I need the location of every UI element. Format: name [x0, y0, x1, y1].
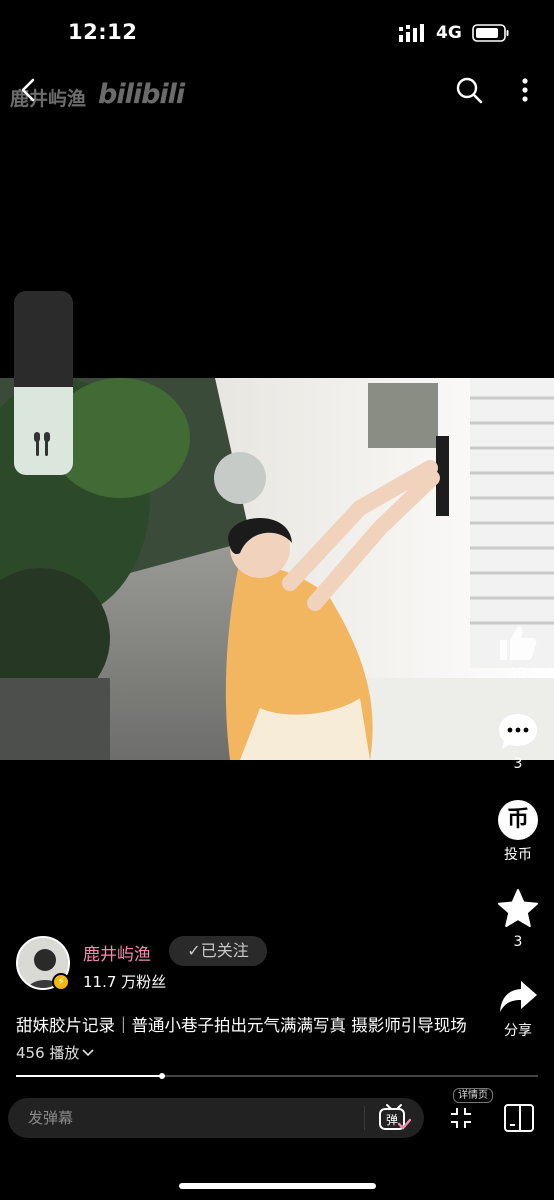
status-bar: 12:12 4G: [0, 0, 554, 66]
comment-icon: [499, 714, 537, 749]
video-player[interactable]: [0, 378, 554, 760]
author-name[interactable]: 鹿井屿渔: [83, 940, 151, 965]
star-icon: [498, 889, 538, 927]
search-icon[interactable]: [455, 76, 483, 104]
earbuds-icon: [34, 432, 50, 456]
chevron-down-icon[interactable]: [81, 1048, 95, 1058]
progress-bar[interactable]: [16, 1073, 538, 1079]
portrait-mode-icon[interactable]: [503, 1103, 535, 1133]
more-icon[interactable]: [512, 76, 538, 104]
home-indicator: [179, 1183, 376, 1189]
follower-count: 11.7 万粉丝: [83, 973, 167, 991]
watermark-logo: bilibili: [98, 79, 185, 110]
play-count: 456 播放: [16, 1044, 80, 1062]
back-icon[interactable]: [14, 76, 42, 104]
detail-page-tag: 详情页: [453, 1088, 493, 1103]
danmaku-input[interactable]: [28, 1098, 348, 1138]
danmaku-toggle-icon[interactable]: 弹: [377, 1102, 411, 1134]
coin-button[interactable]: 币 投币: [488, 800, 548, 864]
network-type: 4G: [436, 23, 462, 43]
video-title-block[interactable]: 甜妹胶片记录｜普通小巷子拍出元气满满写真 摄影师引导现场 456 播放: [16, 1012, 476, 1067]
danmaku-toggle-glyph: 弹: [386, 1113, 398, 1127]
share-button[interactable]: 分享: [488, 978, 548, 1040]
comment-count: 3: [513, 756, 523, 772]
battery-icon: [472, 24, 509, 42]
video-title: 甜妹胶片记录｜普通小巷子拍出元气满满写真 摄影师引导现场: [16, 1016, 467, 1035]
favorite-button[interactable]: 3: [488, 888, 548, 950]
danmaku-bar: 弹: [8, 1098, 424, 1138]
follow-button[interactable]: ✓已关注: [169, 936, 267, 966]
divider: [364, 1106, 365, 1130]
follow-label: 已关注: [200, 941, 249, 960]
coin-icon: 币: [498, 800, 538, 840]
comment-button[interactable]: 3: [488, 712, 548, 772]
like-count: 13: [509, 666, 527, 682]
exit-fullscreen-icon[interactable]: [449, 1106, 473, 1130]
verified-badge: ⚡: [52, 973, 70, 991]
share-icon: [500, 981, 537, 1012]
signal-icon: [399, 24, 424, 42]
favorite-count: 3: [513, 934, 523, 950]
coin-label: 投币: [504, 847, 532, 863]
check-icon: ✓: [187, 941, 201, 960]
progress-knob[interactable]: [159, 1073, 166, 1079]
progress-fill: [16, 1075, 163, 1077]
like-button[interactable]: 13: [488, 622, 548, 682]
like-icon: [500, 626, 537, 660]
share-label: 分享: [504, 1023, 532, 1039]
status-time: 12:12: [68, 20, 138, 44]
